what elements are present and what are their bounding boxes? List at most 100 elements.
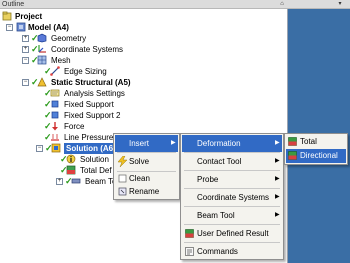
menu-item-label: Deformation [197,139,241,148]
collapse-icon[interactable]: − [6,24,13,31]
solution-information-icon [66,154,76,164]
expand-icon[interactable]: + [56,178,63,185]
menu-item-total[interactable]: Total [286,135,346,149]
tree-item-force[interactable]: ✓ Force [44,121,124,132]
tree-item-project[interactable]: Project [2,11,82,22]
tree-item-coordinate-systems[interactable]: + ✓ Coordinate Systems [22,44,132,55]
menu-item-label: Commands [197,247,238,256]
commands-icon [185,247,194,256]
tree-item-label: Fixed Support 2 [64,111,121,120]
dropdown-icon[interactable]: ▾ [334,1,346,8]
tree-item-label: Coordinate Systems [51,45,124,54]
line-pressure-icon [51,134,59,141]
menu-item-commands[interactable]: Commands [182,243,282,260]
user-defined-result-icon [185,229,194,238]
fixed-support-icon [51,111,59,119]
menu-item-label: Insert [129,139,150,148]
pin-icon[interactable]: ⌂ [278,1,286,8]
tree-item-label: Total Def [80,166,112,175]
tree-item-label: Line Pressure [64,133,114,142]
menu-item-user-defined-result[interactable]: User Defined Result [182,225,282,242]
collapse-icon[interactable]: − [22,79,29,86]
coordinate-system-icon [38,45,46,53]
menu-item-deformation[interactable]: Deformation ▶ [182,135,282,152]
menu-item-clean[interactable]: Clean [115,172,178,185]
lightning-icon [118,156,127,167]
expand-icon[interactable]: + [22,35,29,42]
menu-item-label: Directional [300,151,338,160]
menu-item-label: Clean [129,174,150,183]
directional-deformation-icon [288,151,297,160]
geometry-icon [37,33,47,43]
tree-item-solution-information[interactable]: ✓ Solution [60,154,116,165]
tree-item-label: Force [64,122,85,131]
menu-item-label: Rename [129,187,160,196]
collapse-icon[interactable]: − [36,145,43,152]
tree-item-label: Solution (A6) [64,143,118,154]
outline-title: Outline [2,1,25,8]
tree-item-label: Solution [80,155,109,164]
menu-item-solve[interactable]: Solve [115,153,178,170]
tree-item-edge-sizing[interactable]: ✓ Edge Sizing [44,66,134,77]
deformation-submenu: Total Directional [284,133,348,165]
menu-item-label: Contact Tool [197,157,242,166]
fixed-support-icon [51,100,59,108]
tree-item-mesh[interactable]: − ✓ Mesh [22,55,82,66]
menu-item-rename[interactable]: Rename [115,185,178,198]
mesh-icon [37,55,47,65]
menu-item-label: Probe [197,175,219,184]
edge-sizing-icon [50,66,60,76]
menu-item-coordinate-systems[interactable]: Coordinate Systems ▶ [182,189,282,206]
tree-item-solution[interactable]: − ✓ Solution (A6) [36,143,120,154]
tree-item-label: Model (A4) [28,23,69,32]
menu-item-directional[interactable]: Directional [286,149,346,163]
static-structural-icon [37,77,47,87]
solution-icon [51,143,61,153]
menu-item-label: Solve [129,157,150,166]
tree-item-label: Beam To [85,177,117,186]
tree-item-label: Project [15,12,43,21]
tree-item-beam-tool[interactable]: + ✓ Beam To [56,176,116,187]
tree-item-analysis-settings[interactable]: ✓ Analysis Settings [44,88,154,99]
submenu-arrow-icon: ▶ [171,140,176,146]
tree-item-fixed-support-2[interactable]: ✓ Fixed Support 2 [44,110,144,121]
submenu-arrow-icon: ▶ [275,212,280,218]
menu-item-label: User Defined Result [197,229,269,238]
menu-item-label: Beam Tool [197,211,235,220]
menu-item-beam-tool[interactable]: Beam Tool ▶ [182,207,282,224]
tree-item-label: Edge Sizing [64,67,107,76]
submenu-arrow-icon: ▶ [275,140,280,146]
tree-item-label: Geometry [51,34,87,43]
clean-icon [118,174,127,183]
tree-item-model[interactable]: − Model (A4) [6,22,96,33]
tree-item-fixed-support[interactable]: ✓ Fixed Support [44,99,144,110]
expand-icon[interactable]: + [22,46,29,53]
menu-item-contact-tool[interactable]: Contact Tool ▶ [182,153,282,170]
submenu-arrow-icon: ▶ [275,176,280,182]
collapse-icon[interactable]: − [22,57,29,64]
deformation-icon [66,165,76,175]
menu-item-probe[interactable]: Probe ▶ [182,171,282,188]
total-deformation-icon [288,137,297,146]
submenu-arrow-icon: ▶ [275,194,280,200]
tree-item-label: Mesh [51,56,71,65]
insert-submenu: Deformation ▶ Contact Tool ▶ Probe ▶ Coo… [180,133,284,260]
menu-item-label: Coordinate Systems [197,193,270,202]
tree-item-label: Static Structural (A5) [51,78,131,87]
menu-item-label: Total [300,137,317,146]
tree-item-label: Fixed Support [64,100,114,109]
submenu-arrow-icon: ▶ [275,158,280,164]
outline-titlebar: Outline ⌂ ▾ [0,0,350,9]
beam-tool-icon [71,178,81,184]
rename-icon [118,187,127,196]
project-icon [2,11,12,21]
tree-item-static-structural[interactable]: − ✓ Static Structural (A5) [22,77,152,88]
force-icon [52,122,58,131]
menu-item-insert[interactable]: Insert ▶ [115,135,178,152]
context-menu: Insert ▶ Solve Clean Rename [113,133,180,200]
analysis-settings-icon [50,89,60,97]
tree-item-total-deformation[interactable]: ✓ Total Def [60,165,116,176]
tree-item-geometry[interactable]: + ✓ Geometry [22,33,112,44]
model-icon [16,22,26,32]
tree-item-label: Analysis Settings [64,89,125,98]
